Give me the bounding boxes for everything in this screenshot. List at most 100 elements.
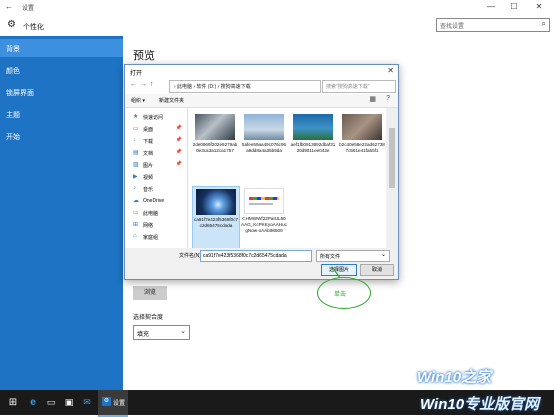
back-icon[interactable]: ← <box>5 2 13 11</box>
dialog-toolbar: 组织 ▾ 新建文件夹 ▦ ? <box>125 94 398 108</box>
file-list-scrollbar[interactable] <box>387 108 397 248</box>
file-item[interactable]: aef1fb0913692dbaf3120d9011ee042e <box>290 112 336 184</box>
file-explorer-icon[interactable]: ▭ <box>42 390 60 415</box>
nav-item-label: OneDrive <box>143 198 165 204</box>
sidebar-item-start[interactable]: 开始 <box>0 127 123 145</box>
sidebar-item-background[interactable]: 背景 <box>0 39 123 57</box>
fit-value: 填充 <box>137 332 150 338</box>
nav-item-label: 文档 <box>143 151 154 157</box>
file-item[interactable]: CHMWWf22PaIUL60AAG_KcPKKyoAAHucgNow-oAAb… <box>241 186 287 248</box>
close-button[interactable]: ✕ <box>528 1 550 13</box>
nav-pane-item[interactable]: ☁ OneDrive <box>125 196 187 207</box>
dialog-title: 打开 <box>130 71 143 77</box>
file-thumbnail <box>293 114 333 140</box>
sidebar-item-label: 颜色 <box>6 68 20 75</box>
file-caption: 5afee59aa49c076c96a9dd8a4a35b9da <box>241 142 287 153</box>
nav-item-label: 图片 <box>143 163 154 169</box>
nav-item-icon: ⌂ <box>133 233 137 239</box>
search-input[interactable]: 查找设置 ⌕ <box>436 18 550 32</box>
file-item[interactable]: 2de0969f202e9279ab0e3ca3a12ca1757 <box>192 112 238 184</box>
fit-label: 选择契合度 <box>133 315 164 321</box>
filename-input[interactable]: ca91f7e423f5368f0c7c2d65475cdada <box>200 250 312 262</box>
pin-icon: 📌 <box>175 161 182 167</box>
minimize-button[interactable]: — <box>480 1 502 13</box>
file-caption: aef1fb0913692dbaf3120d9011ee042e <box>290 142 336 153</box>
nav-item-label: 网络 <box>143 223 154 229</box>
nav-pane-item[interactable]: ▭ 桌面 📌 <box>125 124 187 135</box>
settings-gear-icon: ⚙ <box>102 397 111 406</box>
file-caption: ca91f7e423f5368f0c7c2d65475cdada <box>193 217 239 228</box>
sidebar-item-label: 主题 <box>6 112 20 119</box>
pin-icon: 📌 <box>175 125 182 131</box>
address-bar[interactable]: › 此电脑 › 软件 (D:) › 搜狗高速下载 <box>169 80 321 93</box>
file-caption: CHMWWf22PaIUL60AAG_KcPKKyoAAHucgNow-oAAb… <box>241 216 287 233</box>
nav-pane-item[interactable]: ▶ 视频 <box>125 172 187 183</box>
nav-item-label: 此电脑 <box>143 211 159 217</box>
nav-item-label: 下载 <box>143 139 154 145</box>
filename-value: ca91f7e423f5368f0c7c2d65475cdada <box>203 253 287 259</box>
watermark-suffix: 专业版官网 <box>464 396 540 413</box>
annotation-text: 单击 <box>334 292 347 298</box>
scrollbar-thumb[interactable] <box>389 128 395 188</box>
browse-button[interactable]: 浏览 <box>133 286 167 300</box>
file-item[interactable]: 5afee59aa49c076c96a9dd8a4a35b9da <box>241 112 287 184</box>
nav-pane-item[interactable]: ▭ 此电脑 <box>125 208 187 219</box>
nav-item-icon: ▤ <box>133 150 139 156</box>
nav-pane-item[interactable]: ▨ 图片 📌 <box>125 160 187 171</box>
sidebar-item-lockscreen[interactable]: 锁屏界面 <box>0 83 123 101</box>
taskbar-settings-app[interactable]: ⚙ 设置 <box>98 390 128 417</box>
nav-item-icon: ↓ <box>133 137 136 143</box>
nav-item-label: 快速访问 <box>143 115 164 121</box>
fit-dropdown[interactable]: 填充 ⌄ <box>133 325 190 340</box>
nav-item-icon: ♪ <box>133 185 136 191</box>
cancel-button[interactable]: 取消 <box>360 264 394 276</box>
chevron-down-icon: ⌄ <box>380 252 386 258</box>
sidebar-header: ⚙ 个性化 <box>0 14 123 36</box>
search-placeholder: 查找设置 <box>440 24 465 30</box>
organize-button[interactable]: 组织 ▾ <box>131 97 145 104</box>
window-title: 设置 <box>22 6 35 12</box>
dialog-close-button[interactable]: ✕ <box>387 66 394 75</box>
pin-icon: 📌 <box>175 149 182 155</box>
file-item[interactable]: b2c40e58e22ad627387c561e41fa55f1 <box>339 112 385 184</box>
filetype-dropdown[interactable]: 所有文件 ⌄ <box>316 250 390 262</box>
sidebar-item-themes[interactable]: 主题 <box>0 105 123 123</box>
edge-browser-icon[interactable]: e <box>24 390 42 415</box>
file-item-selected[interactable]: ca91f7e423f5368f0c7c2d65475cdada <box>192 186 240 248</box>
preview-heading: 预览 <box>133 50 155 62</box>
nav-item-icon: ▶ <box>133 174 138 180</box>
sidebar-item-colors[interactable]: 颜色 <box>0 61 123 79</box>
nav-item-label: 家庭组 <box>143 235 159 241</box>
nav-pane-item[interactable]: ⊞ 网络 <box>125 220 187 231</box>
watermark-brand: Win10 <box>420 396 465 413</box>
file-thumbnail <box>244 188 284 214</box>
address-path: › 此电脑 › 软件 (D:) › 搜狗高速下载 <box>174 84 251 90</box>
new-folder-button[interactable]: 新建文件夹 <box>159 97 184 104</box>
navigation-arrows-icon[interactable]: ←→↑ <box>130 81 157 88</box>
open-file-dialog: 打开 ✕ ←→↑ › 此电脑 › 软件 (D:) › 搜狗高速下载 搜索"搜狗高… <box>124 64 399 280</box>
mail-icon[interactable]: ✉ <box>78 390 96 415</box>
maximize-button[interactable]: ☐ <box>503 1 525 13</box>
sidebar-item-label: 背景 <box>6 46 20 53</box>
nav-item-icon: ☁ <box>133 198 139 204</box>
dialog-search-input[interactable]: 搜索"搜狗高速下载" <box>322 80 396 93</box>
file-thumbnail <box>196 189 236 215</box>
nav-pane-item[interactable]: ♪ 音乐 <box>125 184 187 195</box>
nav-pane-item[interactable]: ▤ 文档 📌 <box>125 148 187 159</box>
help-icon[interactable]: ? <box>386 95 390 102</box>
watermark-line1: Win10之家 <box>417 369 492 386</box>
file-caption: 2de0969f202e9279ab0e3ca3a12ca1757 <box>192 142 238 153</box>
nav-pane-item[interactable]: ↓ 下载 📌 <box>125 136 187 147</box>
nav-pane-item[interactable]: ⌂ 家庭组 <box>125 232 187 243</box>
window-title-bar: ← 设置 — ☐ ✕ <box>0 0 554 14</box>
nav-item-label: 桌面 <box>143 127 154 133</box>
file-thumbnail <box>195 114 235 140</box>
pin-icon: 📌 <box>175 137 182 143</box>
search-icon: ⌕ <box>541 19 546 28</box>
windows-start-icon[interactable]: ⊞ <box>4 390 22 415</box>
view-options-icon[interactable]: ▦ <box>369 95 376 103</box>
address-bar-row: ←→↑ › 此电脑 › 软件 (D:) › 搜狗高速下载 搜索"搜狗高速下载" <box>125 78 398 94</box>
store-icon[interactable]: ▣ <box>60 390 78 415</box>
nav-pane-item[interactable]: ★ 快速访问 <box>125 112 187 123</box>
nav-item-icon: ▨ <box>133 162 139 168</box>
